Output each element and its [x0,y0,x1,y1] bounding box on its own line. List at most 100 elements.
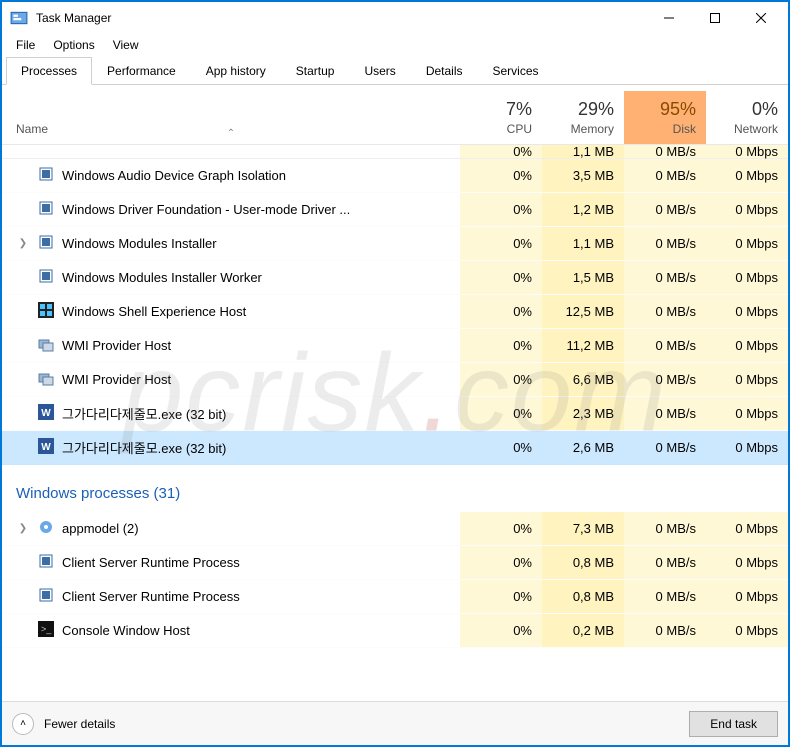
sort-indicator-icon: ⌃ [227,128,235,139]
process-name-cell: W 그가다리다제줄모.exe (32 bit) [2,438,460,457]
process-row[interactable]: Windows Audio Device Graph Isolation 0% … [2,159,788,193]
process-icon: >_ [38,621,54,640]
menu-view[interactable]: View [105,36,147,54]
col-network[interactable]: 0% Network [706,91,788,144]
process-name: 그가다리다제줄모.exe (32 bit) [62,438,226,457]
tab-performance[interactable]: Performance [92,57,191,85]
fewer-details[interactable]: ˄ Fewer details [12,713,689,735]
process-icon [38,302,54,321]
process-name: WMI Provider Host [62,338,171,353]
process-row[interactable]: Windows Driver Foundation - User-mode Dr… [2,193,788,227]
cpu-cell: 0% [460,614,542,647]
network-cell: 0 Mbps [706,614,788,647]
process-icon [38,587,54,606]
menu-options[interactable]: Options [45,36,102,54]
app-icon [10,9,28,27]
process-row[interactable]: WMI Provider Host 0% 6,6 MB 0 MB/s 0 Mbp… [2,363,788,397]
process-row[interactable]: ❯ Windows Modules Installer 0% 1,1 MB 0 … [2,227,788,261]
disk-cell: 0 MB/s [624,145,706,158]
process-row[interactable]: W 그가다리다제줄모.exe (32 bit) 0% 2,6 MB 0 MB/s… [2,431,788,465]
process-name: Windows Driver Foundation - User-mode Dr… [62,202,350,217]
col-name[interactable]: ⌃ Name [2,122,460,144]
network-cell: 0 Mbps [706,363,788,396]
process-name: Client Server Runtime Process [62,555,240,570]
process-icon [38,268,54,287]
disk-cell: 0 MB/s [624,227,706,260]
expand-icon[interactable]: ❯ [16,238,30,249]
column-headers: ⌃ Name 7% CPU 29% Memory 95% Disk 0% Net… [2,85,788,145]
process-row[interactable]: Client Server Runtime Process 0% 0,8 MB … [2,580,788,614]
process-name-cell: ❯ appmodel (2) [2,519,460,538]
process-name-cell: WMI Provider Host [2,370,460,389]
col-cpu[interactable]: 7% CPU [460,91,542,144]
memory-cell: 0,8 MB [542,580,624,613]
menu-file[interactable]: File [8,36,43,54]
minimize-button[interactable] [646,2,692,34]
cpu-cell: 0% [460,145,542,158]
expand-icon[interactable]: ❯ [16,523,30,534]
memory-percent: 29% [542,91,614,120]
network-cell: 0 Mbps [706,261,788,294]
disk-percent: 95% [624,91,696,120]
fewer-details-label: Fewer details [44,717,115,731]
process-name: Client Server Runtime Process [62,589,240,604]
process-row[interactable]: 0% 1,1 MB 0 MB/s 0 Mbps [2,145,788,159]
process-name: Windows Modules Installer Worker [62,270,262,285]
network-cell: 0 Mbps [706,580,788,613]
col-memory[interactable]: 29% Memory [542,91,624,144]
disk-cell: 0 MB/s [624,614,706,647]
process-row[interactable]: WMI Provider Host 0% 11,2 MB 0 MB/s 0 Mb… [2,329,788,363]
disk-cell: 0 MB/s [624,431,706,464]
cpu-cell: 0% [460,227,542,260]
network-label: Network [706,122,778,136]
process-icon [38,336,54,355]
process-row[interactable]: Client Server Runtime Process 0% 0,8 MB … [2,546,788,580]
tab-services[interactable]: Services [478,57,554,85]
group-windows-processes[interactable]: Windows processes (31) [2,465,788,512]
col-disk[interactable]: 95% Disk [624,91,706,144]
titlebar[interactable]: Task Manager [2,2,788,34]
process-icon [38,553,54,572]
process-name-cell: Windows Modules Installer Worker [2,268,460,287]
close-button[interactable] [738,2,784,34]
network-cell: 0 Mbps [706,159,788,192]
process-row[interactable]: Windows Shell Experience Host 0% 12,5 MB… [2,295,788,329]
process-icon [38,234,54,253]
process-name-cell: Windows Driver Foundation - User-mode Dr… [2,200,460,219]
memory-cell: 1,1 MB [542,145,624,158]
cpu-cell: 0% [460,159,542,192]
tab-startup[interactable]: Startup [281,57,350,85]
memory-cell: 2,6 MB [542,431,624,464]
disk-cell: 0 MB/s [624,193,706,226]
tab-details[interactable]: Details [411,57,478,85]
disk-cell: 0 MB/s [624,329,706,362]
memory-cell: 7,3 MB [542,512,624,545]
process-row[interactable]: Windows Modules Installer Worker 0% 1,5 … [2,261,788,295]
tab-app-history[interactable]: App history [191,57,281,85]
memory-cell: 1,1 MB [542,227,624,260]
process-name: Windows Modules Installer [62,236,217,251]
disk-cell: 0 MB/s [624,261,706,294]
process-rows[interactable]: 0% 1,1 MB 0 MB/s 0 Mbps Windows Audio De… [2,145,788,701]
process-name: Console Window Host [62,623,190,638]
cpu-cell: 0% [460,363,542,396]
network-cell: 0 Mbps [706,193,788,226]
process-row[interactable]: >_ Console Window Host 0% 0,2 MB 0 MB/s … [2,614,788,648]
cpu-cell: 0% [460,261,542,294]
process-row[interactable]: W 그가다리다제줄모.exe (32 bit) 0% 2,3 MB 0 MB/s… [2,397,788,431]
tab-processes[interactable]: Processes [6,57,92,85]
menubar: File Options View [2,34,788,56]
network-cell: 0 Mbps [706,397,788,430]
cpu-percent: 7% [460,91,532,120]
memory-cell: 0,8 MB [542,546,624,579]
end-task-button[interactable]: End task [689,711,778,737]
maximize-button[interactable] [692,2,738,34]
cpu-label: CPU [460,122,532,136]
process-icon [38,519,54,538]
network-cell: 0 Mbps [706,512,788,545]
memory-cell: 6,6 MB [542,363,624,396]
memory-cell: 2,3 MB [542,397,624,430]
cpu-cell: 0% [460,193,542,226]
tab-users[interactable]: Users [349,57,410,85]
process-row[interactable]: ❯ appmodel (2) 0% 7,3 MB 0 MB/s 0 Mbps [2,512,788,546]
